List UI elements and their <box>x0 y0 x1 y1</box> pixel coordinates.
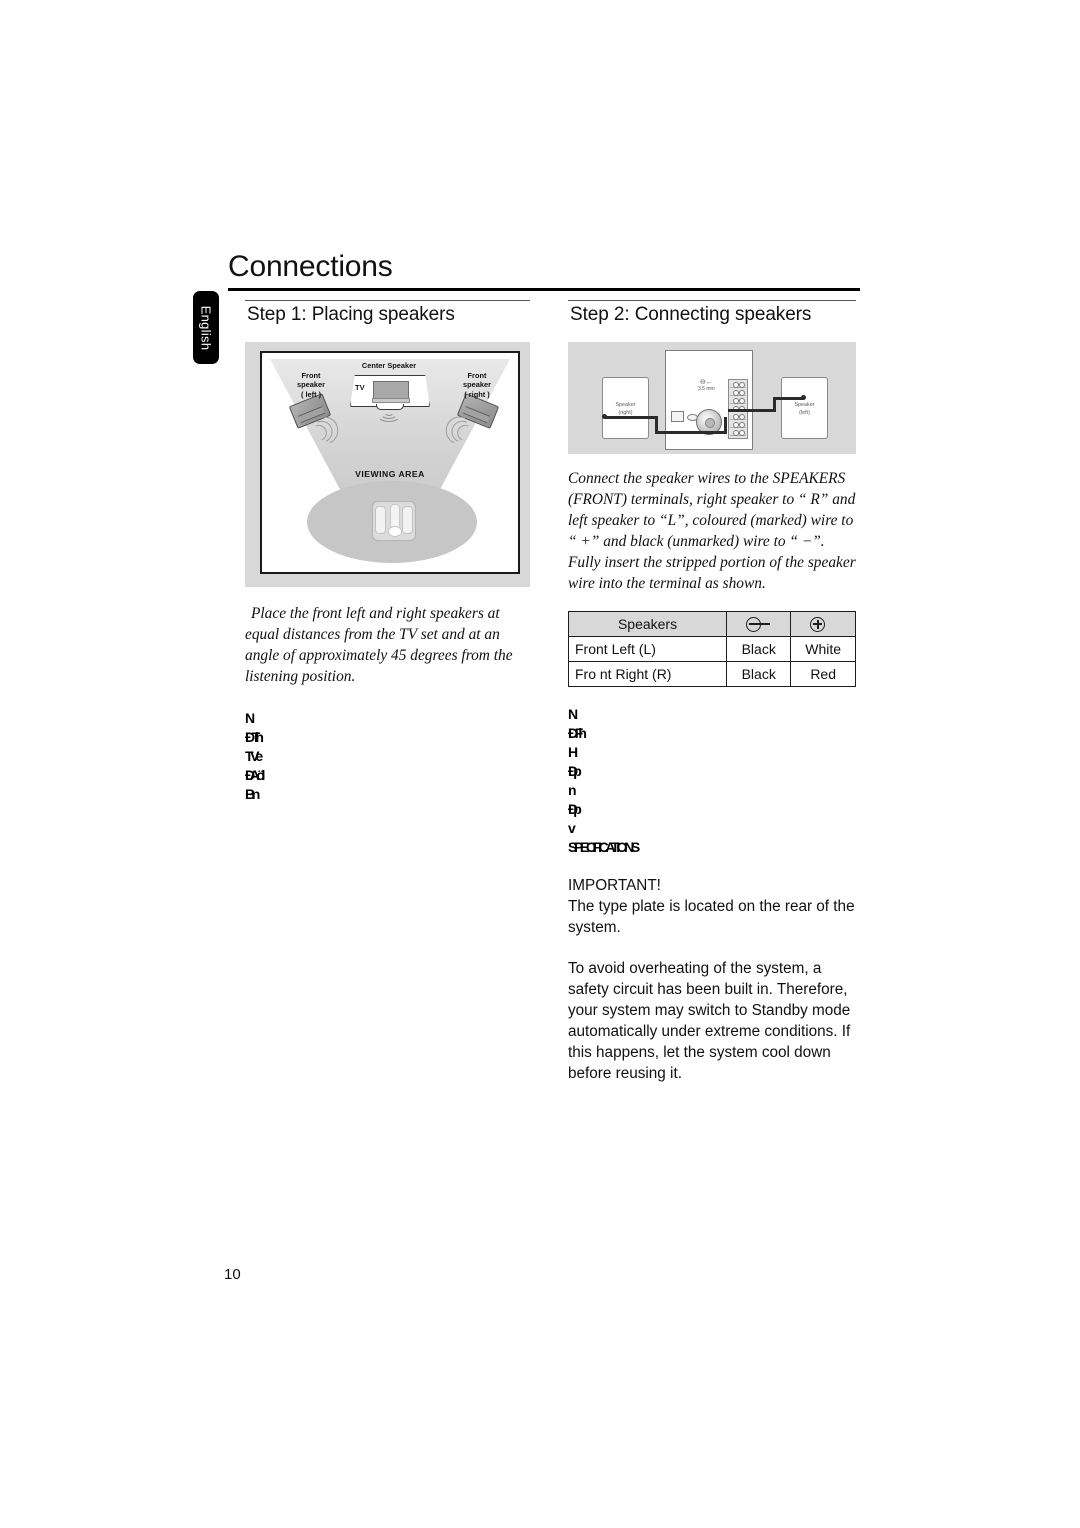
garbled-line: Ð p <box>568 762 582 779</box>
garbled-line-specifications: SPECIFICATIONS <box>568 838 640 855</box>
wire-left-horizontal-inner <box>728 409 776 412</box>
illustration-left-speaker-box: Speaker (left) <box>781 377 828 439</box>
rear-port-rectangular <box>671 411 684 422</box>
caption-line-1: Speaker <box>794 402 815 408</box>
table-row: Fro nt Right (R) Black Red <box>567 660 856 687</box>
label-line-3: ( left ) <box>300 389 322 399</box>
cell-speaker-name: Fro nt Right (R) <box>567 660 728 687</box>
cell-negative-wire-colour: Black <box>726 635 792 662</box>
label-line-1: Front <box>301 371 321 380</box>
headphone-jack-caption: 3.5 mm <box>698 385 715 392</box>
garbled-line: n <box>568 781 577 798</box>
label-line-2: speaker <box>297 380 325 390</box>
listener-figure-icon <box>372 501 416 541</box>
left-speaker-caption: Speaker (left) <box>782 402 827 418</box>
cell-positive-wire-colour: White <box>790 635 856 662</box>
label-front-left-speaker: Front speaker ( left ) <box>284 371 338 399</box>
important-notice-block: IMPORTANT! The type plate is located on … <box>568 875 858 1085</box>
wire-left-horizontal-outer <box>773 397 804 400</box>
garbled-line: Ð p <box>568 800 582 817</box>
wire-right-riser <box>724 417 727 434</box>
speaker-polarity-table: Speakers Front Left (L) Black White Fro … <box>567 610 856 687</box>
caption-line-2: (right) <box>618 409 633 416</box>
label-center-speaker: Center Speaker <box>361 361 417 370</box>
table-header-row: Speakers <box>567 610 856 637</box>
table-row: Front Left (L) Black White <box>567 635 856 662</box>
garbled-line: ÐF h <box>568 724 587 741</box>
illustration-frame: TV Center Speaker Front speaker (left)… <box>260 351 520 574</box>
garbled-line: H <box>568 743 578 760</box>
label-front-right-speaker: Front speaker ( right ) <box>450 371 504 399</box>
armrest-left <box>375 506 386 534</box>
step-1-garbled-text-block: N ÐT h TVe Ð Aöl Bn <box>245 709 465 804</box>
step-2-heading: Step 2: Connecting speakers <box>570 304 812 325</box>
step-1-instruction-paragraph: Place the front left and right speakers … <box>245 605 513 686</box>
step-2-column: Step 2: Connecting speakers Speaker (rig… <box>567 300 858 1085</box>
cell-speaker-name: Front Left (L) <box>567 635 728 662</box>
garbled-line: N <box>568 705 578 722</box>
caption-line-2: (left) <box>799 409 810 416</box>
step-1-divider <box>245 300 530 301</box>
cell-negative-wire-colour: Black <box>726 660 792 687</box>
cell-positive-wire-colour: Red <box>790 660 856 687</box>
armrest-right <box>402 506 413 534</box>
tv-screen-lip <box>372 398 410 403</box>
header-speakers: Speakers <box>567 610 728 637</box>
step-1-column: Step 1: Placing speakers TV Center Speak… <box>245 300 535 804</box>
page-number: 10 <box>224 1266 241 1283</box>
header-negative-polarity <box>726 610 792 637</box>
language-tab: English <box>193 291 219 364</box>
document-page: Connections English Step 1: Placing spea… <box>0 0 1080 1528</box>
headphone-jack-marking: ⊖← 3.5 mm <box>698 379 715 392</box>
important-paragraph-2: To avoid overheating of the system, a sa… <box>568 959 851 1083</box>
label-line-1: Front <box>467 371 487 380</box>
tv-with-center-speaker-icon: TV <box>350 375 430 422</box>
wire-right-terminal-dot <box>602 414 607 419</box>
garbled-line: Ð Aöl <box>245 767 265 784</box>
center-speaker-sound-waves-icon <box>377 408 401 422</box>
step-2-divider <box>568 300 856 301</box>
important-label: IMPORTANT! <box>568 876 661 894</box>
page-title: Connections <box>228 250 393 283</box>
wire-right-horizontal-outer <box>604 416 658 419</box>
label-line-3: ( right ) <box>464 389 490 399</box>
minus-in-circle-icon <box>745 616 772 632</box>
speaker-wiring-illustration: Speaker (right) Speaker (left) ⊖← 3.5 mm <box>568 342 856 454</box>
step-1-heading: Step 1: Placing speakers <box>247 304 455 325</box>
garbled-line: v <box>568 819 576 836</box>
garbled-line: Bn <box>245 786 260 803</box>
label-line-2: speaker <box>463 380 491 390</box>
plus-in-circle-icon <box>810 616 836 632</box>
important-paragraph-1: The type plate is located on the rear of… <box>568 897 855 936</box>
wire-right-horizontal-inner <box>655 431 727 434</box>
language-tab-label: English <box>198 305 214 350</box>
label-viewing-area: VIEWING AREA <box>355 469 425 479</box>
step-2-instruction-paragraph: Connect the speaker wires to the SPEAKER… <box>568 470 856 593</box>
garbled-line: ÐT h <box>245 729 264 746</box>
illustration-main-unit-rear: ⊖← 3.5 mm <box>665 350 753 450</box>
wire-left-terminal-dot <box>801 395 806 400</box>
garbled-line: N <box>245 710 255 727</box>
illustration-right-speaker-box: Speaker (right) <box>602 377 649 439</box>
step-2-garbled-text-block: N ÐF h H Ð p n Ð p v SPECIFICATIONS <box>568 705 798 857</box>
garbled-line: TVe <box>245 748 263 765</box>
title-divider <box>228 288 860 291</box>
caption-line-1: Speaker <box>615 402 636 408</box>
speaker-placement-illustration: TV Center Speaker Front speaker (left)… <box>245 342 530 587</box>
header-positive-polarity <box>790 610 856 637</box>
tv-label: TV <box>355 383 365 392</box>
